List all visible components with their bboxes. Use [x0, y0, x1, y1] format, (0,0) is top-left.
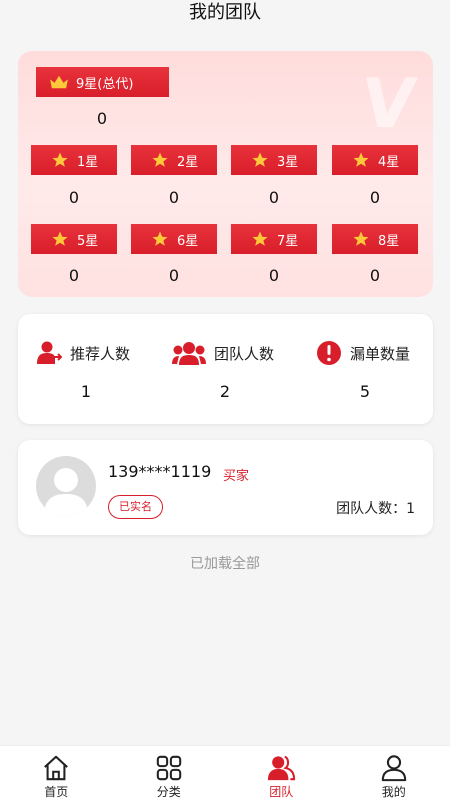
nav-mine[interactable]: 我的	[338, 746, 450, 800]
rank-label: 4星	[378, 154, 400, 170]
member-phone: 139****1119	[108, 462, 212, 481]
rank-badge-4-star: 4星	[332, 145, 418, 175]
team-icon	[268, 755, 296, 781]
add-user-icon	[37, 341, 62, 364]
rank-label: 3星	[277, 154, 299, 170]
verified-badge: 已实名	[108, 495, 163, 519]
avatar	[36, 456, 96, 516]
team-stats-card: 推荐人数 团队人数 漏单数量 1 2 5	[18, 314, 433, 424]
rank-label: 6星	[177, 233, 199, 249]
member-team-count: 团队人数：1	[336, 501, 415, 517]
user-icon	[381, 755, 406, 782]
star-icon	[353, 231, 369, 246]
rank-badge-5-star: 5星	[31, 224, 117, 254]
rank-count-5-star: 0	[68, 266, 80, 285]
user-placeholder-icon	[44, 468, 88, 516]
crown-icon	[50, 75, 68, 89]
rank-count-6-star: 0	[168, 266, 180, 285]
rank-badge-8-star: 8星	[332, 224, 418, 254]
nav-home[interactable]: 首页	[0, 746, 113, 800]
nav-label: 首页	[44, 785, 69, 799]
rank-count-8-star: 0	[369, 266, 381, 285]
stat-value-team-size: 2	[219, 382, 231, 401]
app-header: 我的团队	[0, 0, 450, 40]
nav-category[interactable]: 分类	[113, 746, 226, 800]
star-icon	[252, 152, 268, 167]
alert-icon	[317, 341, 341, 365]
member-role: 买家	[223, 469, 250, 484]
grid-icon	[156, 755, 181, 781]
star-icon	[152, 152, 168, 167]
rank-count-9-star: 0	[96, 109, 108, 128]
load-status: 已加载全部	[190, 556, 260, 572]
rank-label: 9星(总代)	[76, 76, 134, 92]
rank-count-1-star: 0	[68, 188, 80, 207]
rank-badge-3-star: 3星	[231, 145, 317, 175]
stat-recommended[interactable]: 推荐人数	[36, 340, 130, 366]
stat-label: 推荐人数	[70, 344, 131, 363]
bottom-nav: 首页 分类 团队 我的	[0, 745, 450, 800]
rank-badge-2-star: 2星	[131, 145, 217, 175]
nav-label: 分类	[156, 785, 181, 799]
star-icon	[152, 231, 168, 246]
rank-badge-1-star: 1星	[31, 145, 117, 175]
member-card[interactable]: 139****1119 买家 已实名 团队人数：1	[18, 440, 433, 535]
rank-label: 2星	[177, 154, 199, 170]
nav-label: 团队	[269, 785, 294, 799]
rank-count-3-star: 0	[268, 188, 280, 207]
star-icon	[252, 231, 268, 246]
star-icon	[52, 152, 68, 167]
stat-label: 团队人数	[214, 344, 275, 363]
rank-label: 7星	[277, 233, 299, 249]
rank-badge-9-star: 9星(总代)	[36, 67, 169, 97]
group-icon	[172, 342, 206, 365]
rank-label: 1星	[77, 154, 99, 170]
rank-count-2-star: 0	[168, 188, 180, 207]
star-icon	[52, 231, 68, 246]
stat-missed-orders[interactable]: 漏单数量	[316, 340, 410, 366]
stat-value-recommended: 1	[80, 382, 92, 401]
stat-label: 漏单数量	[350, 344, 411, 363]
rank-count-4-star: 0	[369, 188, 381, 207]
rank-label: 5星	[77, 233, 99, 249]
page-title: 我的团队	[189, 2, 261, 23]
v-watermark-icon: V	[356, 65, 421, 144]
rank-badge-6-star: 6星	[131, 224, 217, 254]
stat-value-missed-orders: 5	[359, 382, 371, 401]
home-icon	[44, 755, 69, 781]
rank-badge-7-star: 7星	[231, 224, 317, 254]
nav-team[interactable]: 团队	[225, 746, 338, 800]
nav-label: 我的	[381, 785, 406, 799]
stat-team-size[interactable]: 团队人数	[172, 340, 274, 366]
rank-count-7-star: 0	[268, 266, 280, 285]
star-rank-panel: V 9星(总代) 0 1星 2星 3星 4星 0 0 0 0 5星 6星 7星	[18, 51, 433, 297]
rank-label: 8星	[378, 233, 400, 249]
star-icon	[353, 152, 369, 167]
